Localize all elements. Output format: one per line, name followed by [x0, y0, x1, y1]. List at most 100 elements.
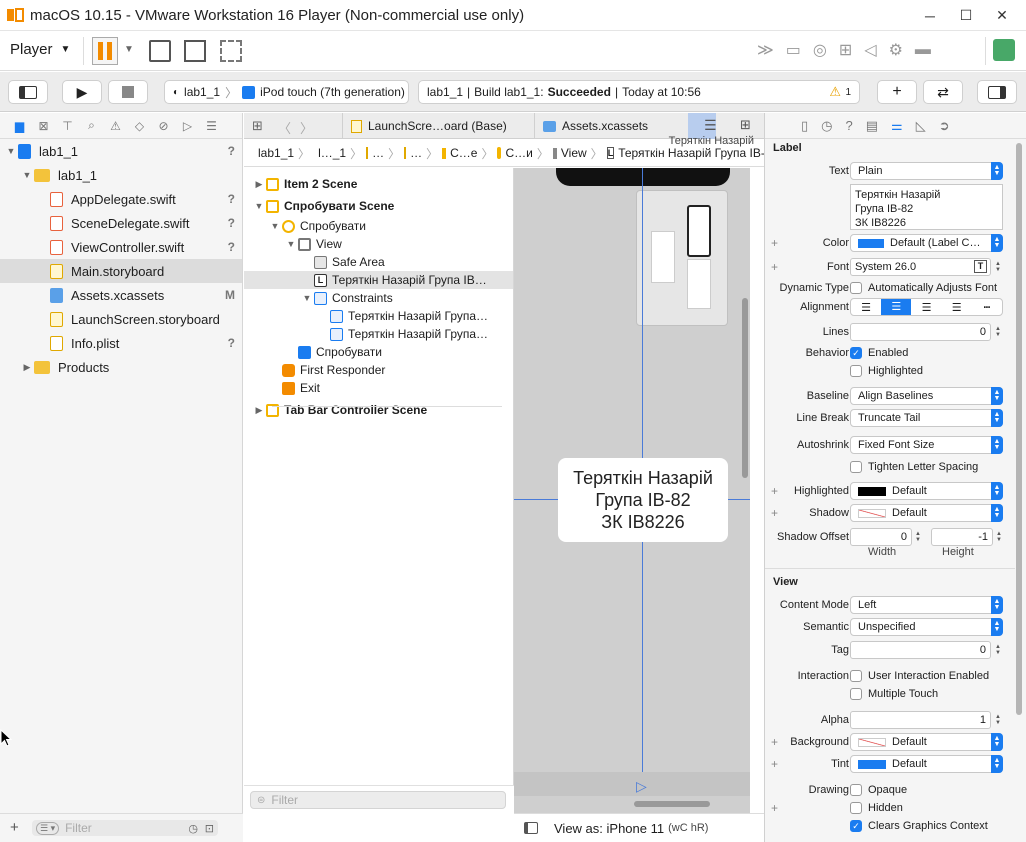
add-variation-icon[interactable]: + [771, 801, 778, 815]
sound-icon[interactable]: ◁ [864, 40, 876, 60]
add-variation-icon[interactable]: + [771, 506, 778, 520]
player-menu[interactable]: Player ▼ [10, 41, 70, 58]
jump-item-project[interactable]: lab1_1 [258, 146, 294, 160]
shadow-popup[interactable]: Default ▲ ▼ [850, 504, 1003, 522]
disclosure-open-icon[interactable]: ▼ [20, 170, 34, 180]
issue-icon[interactable]: ⚠ [108, 119, 123, 133]
align-center-icon[interactable]: ☰ [881, 299, 912, 315]
navigator-item[interactable]: ▶ Products [0, 355, 242, 379]
navigator-item[interactable]: AppDelegate.swift? [0, 187, 242, 211]
toggle-inspector-button[interactable] [977, 80, 1017, 104]
outline-row[interactable]: L Теряткін Назарій Група ІВ… [244, 271, 513, 289]
line-break-popup[interactable]: Truncate Tail ▲ ▼ [850, 409, 1003, 427]
navigator-item[interactable]: LaunchScreen.storyboard [0, 307, 242, 331]
shadow-offset-width-field[interactable]: 0 [850, 528, 912, 546]
outline-row[interactable]: ▼ Спробувати Scene [244, 195, 513, 217]
history-inspector-icon[interactable]: ◷ [821, 118, 832, 134]
toggle-outline-icon[interactable] [524, 822, 538, 834]
disclosure-closed-icon[interactable]: ▶ [252, 179, 266, 190]
canvas-label[interactable]: Теряткін Назарій Група ІВ-82 ЗК ІВ8226 [558, 458, 728, 542]
font-field[interactable]: System 26.0 T [850, 258, 991, 276]
debug-icon[interactable]: ⊘ [156, 119, 171, 133]
back-arrow-icon[interactable]: 〈 [278, 118, 291, 137]
navigator-item[interactable]: ▼ lab1_1 [0, 163, 242, 187]
navigator-filter[interactable]: ☰ ▾ Filter ◷ ⊡ [32, 820, 218, 836]
autoshrink-popup[interactable]: Fixed Font Size ▲ ▼ [850, 436, 1003, 454]
library-button[interactable]: + [877, 80, 917, 104]
content-mode-popup[interactable]: Left ▲ ▼ [850, 596, 1003, 614]
recent-files-icon[interactable]: ◷ [188, 822, 198, 835]
file-inspector-icon[interactable]: ▯ [801, 118, 808, 134]
symbol-icon[interactable]: ⊤ [60, 119, 75, 133]
jump-item-view[interactable]: View [561, 146, 587, 160]
outline-row[interactable]: ▼ Спробувати [244, 217, 513, 235]
hdd-icon[interactable]: ▭ [786, 40, 801, 60]
code-review-button[interactable]: ⇄ [923, 80, 963, 104]
add-variation-icon[interactable]: + [771, 484, 778, 498]
folder-icon[interactable]: ▆ [12, 119, 27, 133]
disclosure-open-icon[interactable]: ▼ [268, 221, 282, 231]
disclosure-closed-icon[interactable]: ▶ [252, 405, 266, 416]
jump-item-label[interactable]: Теряткін Назарій Група ІВ-82 [618, 146, 778, 160]
width-stepper[interactable]: ▲ ▼ [915, 528, 923, 546]
align-right-icon[interactable]: ☰ [911, 301, 941, 314]
tag-field[interactable]: 0 [850, 641, 991, 659]
semantic-popup[interactable]: Unspecified ▲ ▼ [850, 618, 1003, 636]
outline-row[interactable]: Теряткін Назарій Група… [244, 307, 513, 325]
connections-inspector-icon[interactable]: ➲ [939, 118, 950, 134]
lines-stepper[interactable]: ▲ ▼ [995, 323, 1003, 341]
navigator-item[interactable]: Assets.xcassets M [0, 283, 242, 307]
enabled-checkbox[interactable]: ✓ [850, 347, 862, 359]
outline-row[interactable]: Exit [244, 379, 513, 397]
source-control-filter-icon[interactable]: ⊡ [205, 822, 214, 835]
dynamic-type-checkbox[interactable] [850, 282, 862, 294]
attributes-inspector-icon[interactable]: ⚌ [891, 118, 903, 134]
outline-row[interactable]: ▶ Item 2 Scene [244, 173, 513, 195]
breakpoint-icon[interactable]: ▷ [180, 119, 195, 133]
fullscreen-icon[interactable] [184, 40, 206, 62]
outline-row[interactable]: Safe Area [244, 253, 513, 271]
text-content-field[interactable]: Теряткін Назарій Група ІВ-82 ЗК ІВ8226 [850, 184, 1003, 230]
font-picker-icon[interactable]: T [974, 260, 987, 273]
add-file-icon[interactable]: + [10, 819, 19, 836]
tag-stepper[interactable]: ▲ ▼ [995, 641, 1003, 659]
clears-context-checkbox[interactable]: ✓ [850, 820, 862, 832]
outline-row[interactable]: ▼ Constraints [244, 289, 513, 307]
alpha-stepper[interactable]: ▲ ▼ [995, 711, 1003, 729]
navigator-item[interactable]: Main.storyboard [0, 259, 242, 283]
horizontal-scrollbar[interactable] [634, 801, 710, 807]
font-stepper[interactable]: ▲ ▼ [995, 258, 1003, 276]
tab-launchscreen[interactable]: LaunchScre…oard (Base) [342, 113, 522, 139]
baseline-popup[interactable]: Align Baselines ▲ ▼ [850, 387, 1003, 405]
tighten-checkbox[interactable] [850, 461, 862, 473]
forward-icon[interactable]: ≫ [757, 40, 774, 60]
outline-row[interactable]: Теряткін Назарій Група… [244, 325, 513, 343]
multiple-touch-checkbox[interactable] [850, 688, 862, 700]
minimize-button[interactable]: ─ [912, 1, 948, 31]
hidden-checkbox[interactable] [850, 802, 862, 814]
text-type-popup[interactable]: Plain ▲ ▼ [850, 162, 1003, 180]
outline-row[interactable]: ▶ Tab Bar Controller Scene [244, 397, 513, 423]
unity-icon[interactable] [220, 40, 242, 62]
lines-field[interactable]: 0 [850, 323, 991, 341]
shadow-offset-height-field[interactable]: -1 [931, 528, 993, 546]
pause-button[interactable] [92, 37, 118, 65]
navigator-item[interactable]: Info.plist? [0, 331, 242, 355]
add-variation-icon[interactable]: + [771, 260, 778, 274]
scheme-selector[interactable]: ◐ lab1_1 〉 iPod touch (7th generation) [164, 80, 409, 104]
jump-item-file[interactable]: … [372, 146, 384, 160]
outline-filter[interactable]: ⊜ Filter [250, 791, 506, 809]
navigator-item[interactable]: ▼ lab1_1? [0, 139, 242, 163]
tint-popup[interactable]: Default ▲ ▼ [850, 755, 1003, 773]
close-button[interactable]: ✕ [984, 1, 1020, 31]
jump-item-scene[interactable]: C…e [450, 146, 477, 160]
navigator-item[interactable]: SceneDelegate.swift? [0, 211, 242, 235]
warning-icon[interactable]: ⚠ [829, 84, 841, 100]
jump-item-base[interactable]: … [410, 146, 422, 160]
search-icon[interactable]: ⌕ [84, 118, 99, 133]
view-as-label[interactable]: View as: iPhone 11 [554, 821, 664, 836]
disclosure-open-icon[interactable]: ▼ [252, 201, 266, 211]
maximize-button[interactable]: ☐ [948, 1, 984, 31]
size-inspector-icon[interactable]: ◺ [916, 118, 926, 134]
notes-icon[interactable] [993, 39, 1015, 61]
